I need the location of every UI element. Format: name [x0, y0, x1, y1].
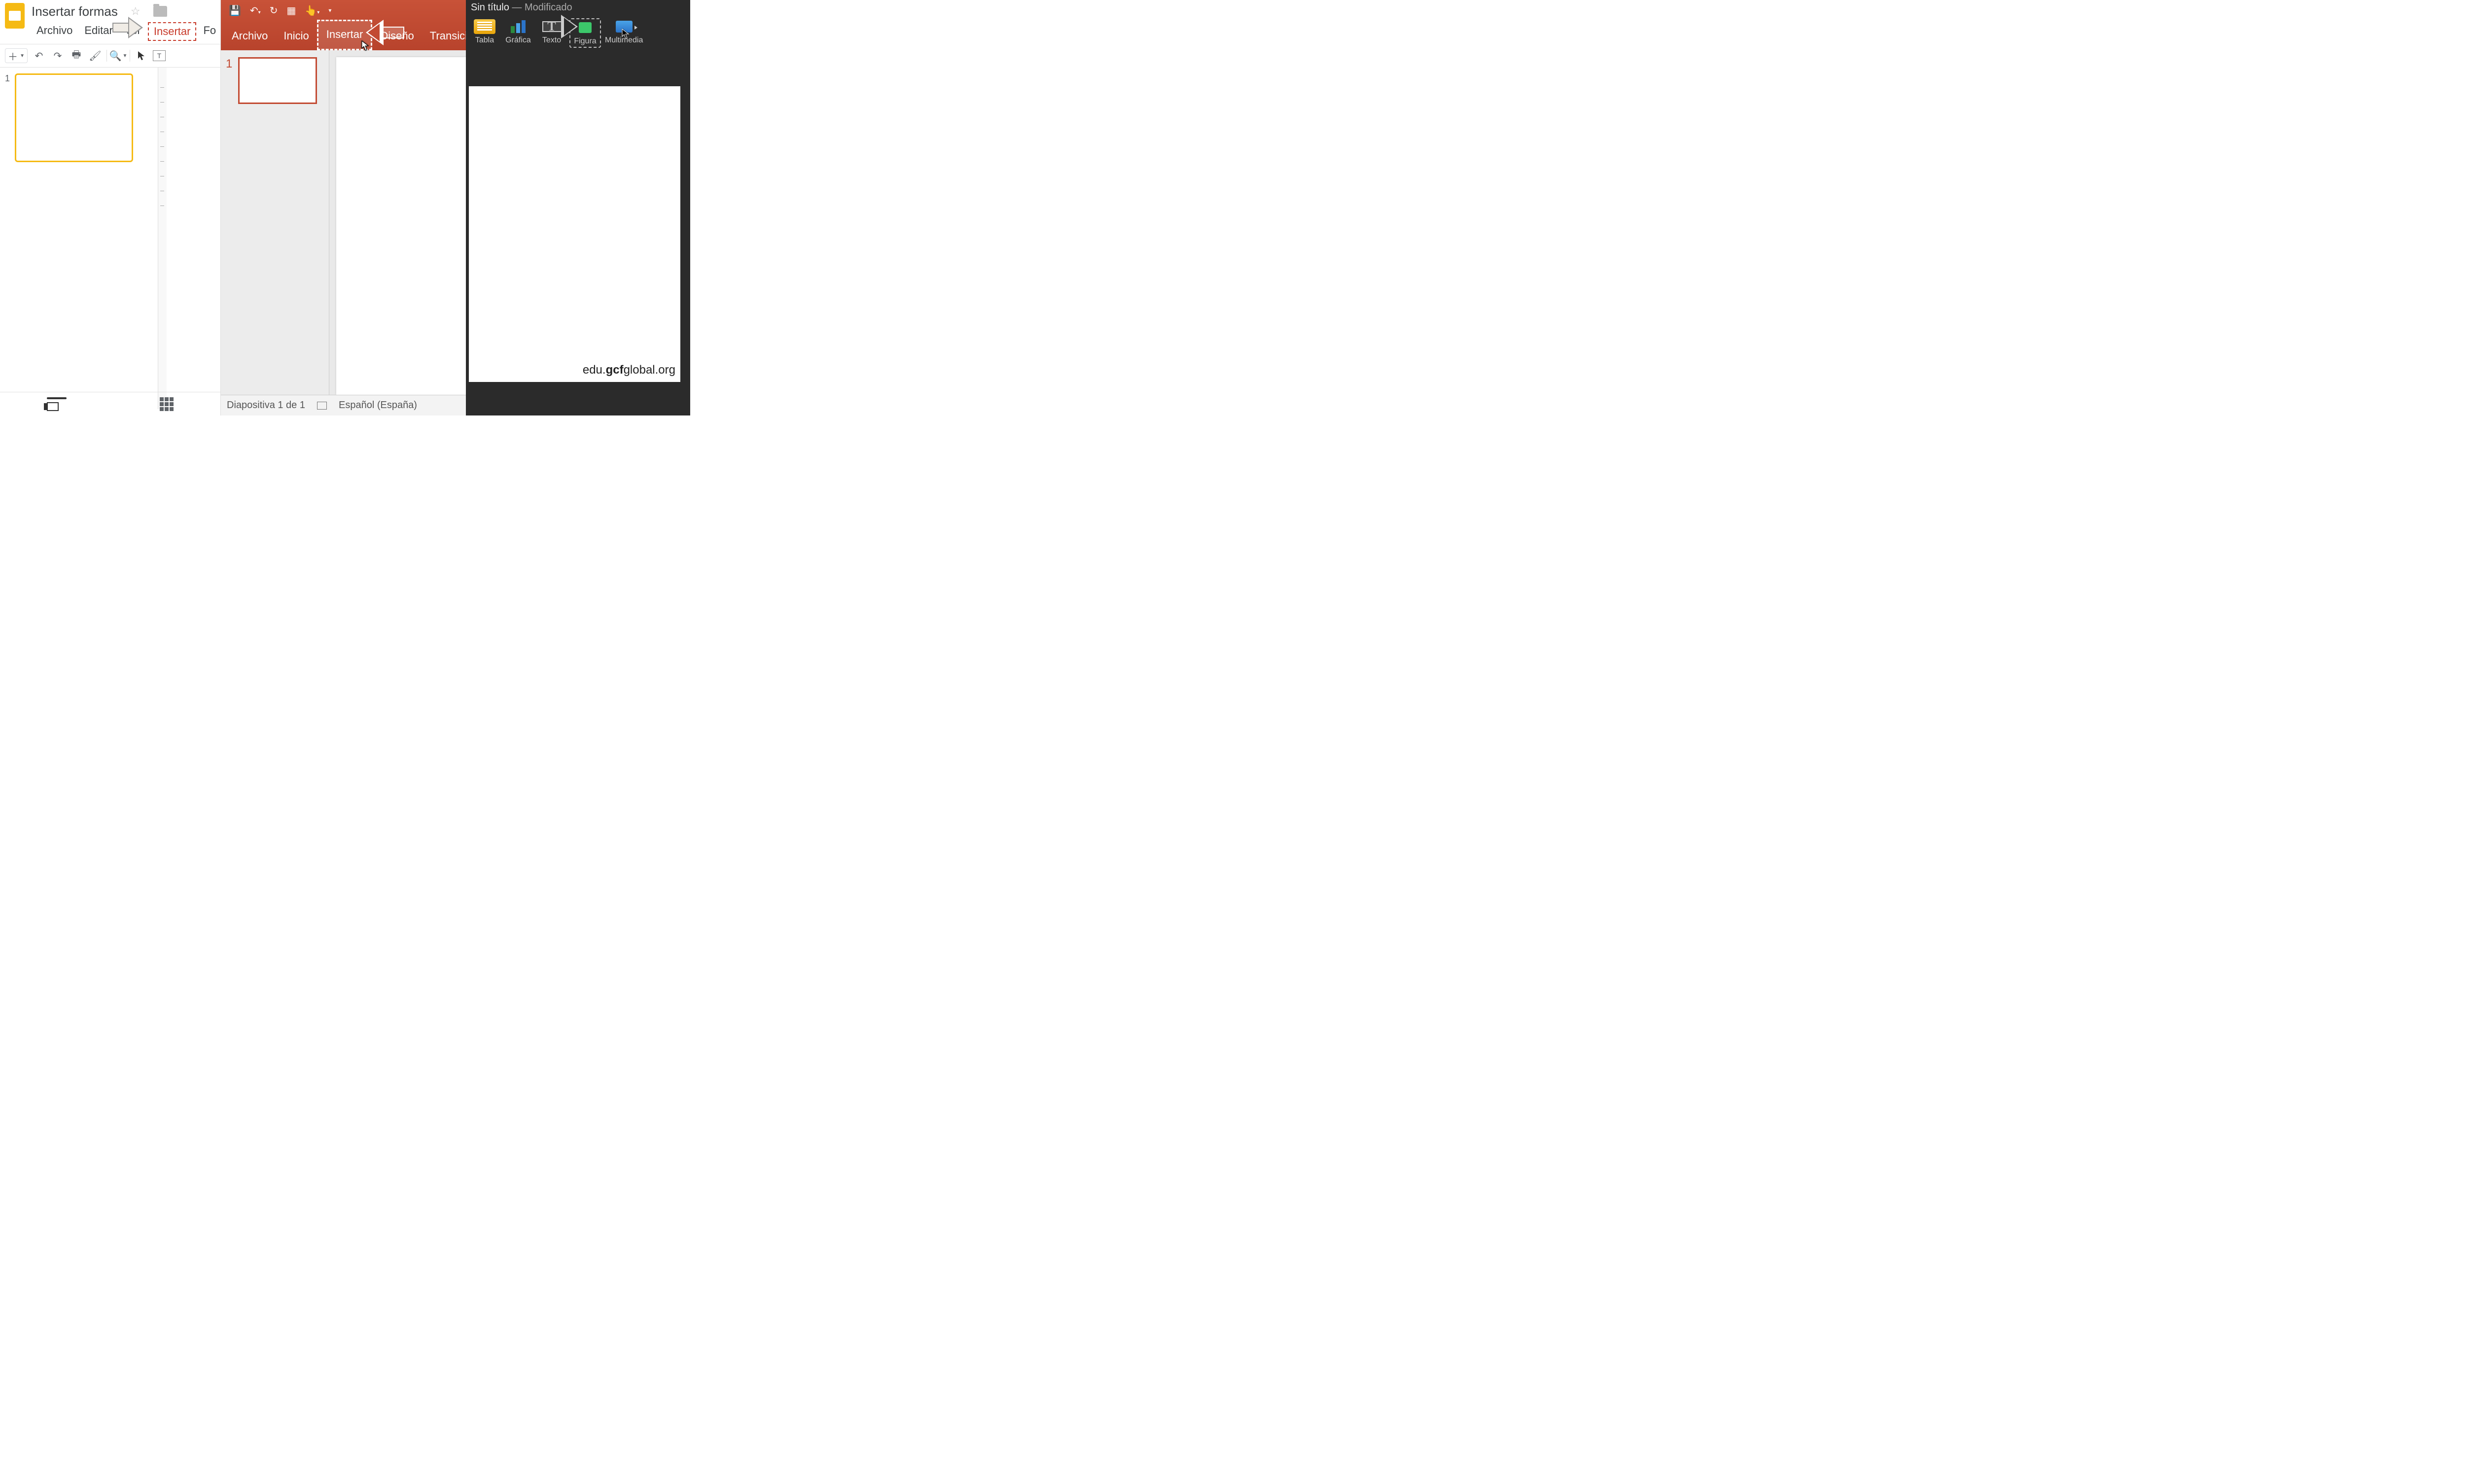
zoom-icon[interactable]: 🔍▼	[111, 48, 126, 63]
quick-access-toolbar: 💾 ↶▾ ↻ ▦ 👆▾ ▾	[221, 0, 466, 21]
redo-icon[interactable]: ↻	[270, 4, 278, 17]
slide-thumbnail-panel: 1	[0, 68, 158, 409]
redo-icon[interactable]: ↷	[50, 48, 65, 63]
ppt-ribbon: 💾 ↶▾ ↻ ▦ 👆▾ ▾ Archivo Inicio Insertar Di…	[221, 0, 466, 50]
window-title: Sin título — Modificado	[466, 0, 690, 15]
table-icon	[474, 19, 495, 34]
slide-thumbnail[interactable]	[238, 57, 317, 104]
chart-icon	[507, 19, 529, 34]
document-title[interactable]: Insertar formas	[32, 3, 118, 19]
undo-icon[interactable]: ↶▾	[250, 4, 261, 17]
keynote-canvas[interactable]	[469, 86, 680, 382]
slide-number: 1	[5, 73, 10, 162]
watermark-text: edu.gcfglobal.org	[583, 363, 675, 377]
gslides-footer	[0, 392, 220, 415]
status-slide-count: Diapositiva 1 de 1	[227, 400, 305, 411]
folder-icon[interactable]	[153, 6, 167, 17]
tab-diseno[interactable]: Diseño	[372, 23, 422, 50]
menu-archivo[interactable]: Archivo	[32, 22, 77, 41]
textbox-icon[interactable]: T	[153, 50, 166, 61]
keynote-panel: Sin título — Modificado Tabla Gráfica T …	[466, 0, 690, 415]
grid-view-icon[interactable]	[160, 397, 174, 411]
google-slides-panel: Insertar formas ☆ Archivo Editar Ver Ins…	[0, 0, 221, 415]
ppt-thumbnail-panel: 1	[221, 50, 329, 395]
tab-archivo[interactable]: Archivo	[224, 23, 276, 50]
gslides-toolbar: ＋▼ ↶ ↷ 🖶 🖌 🔍▼ T	[0, 44, 220, 68]
menu-ver[interactable]: Ver	[120, 22, 146, 41]
vertical-ruler	[158, 68, 167, 409]
toolbar-label: Texto	[542, 36, 561, 45]
canvas-area[interactable]	[167, 68, 220, 409]
toolbar-figura[interactable]: Figura	[569, 18, 601, 48]
status-language[interactable]: Español (España)	[339, 400, 417, 411]
cursor-icon	[622, 29, 630, 39]
toolbar-label: Figura	[574, 37, 596, 46]
select-tool-icon[interactable]	[134, 48, 149, 63]
star-icon[interactable]: ☆	[131, 5, 141, 18]
toolbar-grafica[interactable]: Gráfica	[502, 18, 534, 46]
touch-mode-icon[interactable]: 👆▾	[305, 4, 319, 17]
slide-number: 1	[226, 57, 232, 71]
customize-qat-icon[interactable]: ▾	[328, 7, 331, 14]
menu-insertar[interactable]: Insertar	[148, 22, 197, 41]
paint-format-icon[interactable]: 🖌	[88, 48, 103, 63]
ppt-status-bar: Diapositiva 1 de 1 Español (España)	[221, 395, 466, 415]
undo-icon[interactable]: ↶	[32, 48, 46, 63]
cursor-icon	[361, 40, 369, 51]
print-icon[interactable]: 🖶	[69, 48, 84, 63]
text-icon: T	[541, 19, 563, 34]
keynote-toolbar: Tabla Gráfica T Texto Figura Multimedia	[466, 15, 690, 52]
toolbar-label: Tabla	[475, 36, 494, 45]
tab-inicio[interactable]: Inicio	[276, 23, 317, 50]
menu-formato-cut[interactable]: Fo	[198, 22, 221, 41]
slide-thumbnail[interactable]	[15, 73, 133, 162]
ppt-tabs: Archivo Inicio Insertar Diseño Transicio…	[221, 21, 466, 50]
gslides-header: Insertar formas ☆ Archivo Editar Ver Ins…	[0, 0, 220, 41]
toolbar-tabla[interactable]: Tabla	[469, 18, 500, 46]
save-icon[interactable]: 💾	[229, 4, 241, 17]
toolbar-label: Gráfica	[505, 36, 531, 45]
spellcheck-icon[interactable]	[317, 402, 327, 410]
slides-logo-icon	[5, 3, 25, 29]
gslides-menubar: Archivo Editar Ver Insertar Fo	[32, 19, 221, 41]
new-slide-button[interactable]: ＋▼	[5, 48, 28, 63]
present-icon[interactable]: ▦	[286, 4, 296, 17]
menu-editar[interactable]: Editar	[79, 22, 117, 41]
shape-icon	[574, 20, 596, 35]
powerpoint-panel: 💾 ↶▾ ↻ ▦ 👆▾ ▾ Archivo Inicio Insertar Di…	[221, 0, 466, 415]
toolbar-texto[interactable]: T Texto	[536, 18, 567, 46]
ppt-canvas-area[interactable]	[329, 50, 466, 395]
slide-canvas[interactable]	[336, 57, 466, 395]
filmstrip-view-icon[interactable]	[47, 397, 67, 411]
